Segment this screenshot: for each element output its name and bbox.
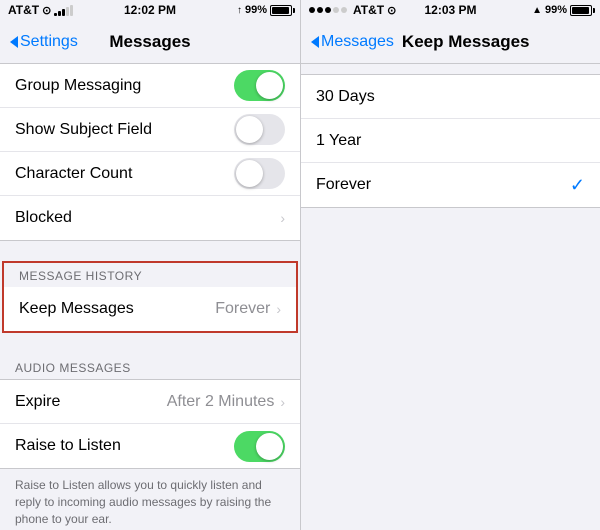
keep-messages-label: Keep Messages	[19, 300, 215, 318]
right-content: 30 Days 1 Year Forever ✓	[301, 64, 600, 530]
right-status-left: AT&T ⊙	[309, 3, 396, 17]
left-nav-title: Messages	[109, 32, 190, 52]
left-back-label: Settings	[20, 33, 78, 51]
left-carrier: AT&T	[8, 3, 39, 17]
right-nav-title: Keep Messages	[402, 32, 530, 52]
option-1-year-row[interactable]: 1 Year	[301, 119, 600, 163]
right-carrier: AT&T	[353, 3, 384, 17]
d3	[325, 7, 331, 13]
blocked-row[interactable]: Blocked ›	[0, 196, 300, 240]
keep-messages-options-group: 30 Days 1 Year Forever ✓	[301, 74, 600, 208]
option-1-year-label: 1 Year	[316, 132, 585, 150]
expire-row[interactable]: Expire After 2 Minutes ›	[0, 380, 300, 424]
group-messaging-row[interactable]: Group Messaging	[0, 64, 300, 108]
right-wifi: ⊙	[387, 4, 396, 17]
right-panel: AT&T ⊙ 12:03 PM ▲ 99% Messages Keep Mess…	[300, 0, 600, 530]
expire-value: After 2 Minutes	[167, 393, 275, 411]
right-spacer-top	[301, 64, 600, 74]
bar1	[54, 13, 57, 16]
left-battery-icon	[270, 5, 292, 16]
left-gps-icon: ↑	[237, 5, 242, 16]
show-subject-toggle[interactable]	[234, 114, 285, 145]
left-back-button[interactable]: Settings	[10, 33, 78, 51]
left-content: Group Messaging Show Subject Field Chara…	[0, 64, 300, 530]
d4	[333, 7, 339, 13]
left-battery-pct: 99%	[245, 4, 267, 16]
audio-messages-header: AUDIO MESSAGES	[0, 353, 300, 379]
raise-to-listen-row[interactable]: Raise to Listen	[0, 424, 300, 468]
left-status-left: AT&T ⊙	[8, 3, 73, 17]
expire-label: Expire	[15, 393, 167, 411]
keep-messages-value: Forever	[215, 300, 270, 318]
audio-settings-group: Expire After 2 Minutes › Raise to Listen	[0, 379, 300, 469]
d5	[341, 7, 347, 13]
forever-checkmark: ✓	[570, 175, 585, 196]
right-status-bar: AT&T ⊙ 12:03 PM ▲ 99%	[301, 0, 600, 20]
message-history-container: MESSAGE HISTORY Keep Messages Forever ›	[2, 261, 298, 333]
right-nav-bar: Messages Keep Messages	[301, 20, 600, 64]
left-wifi-icon: ⊙	[42, 4, 51, 17]
right-back-label: Messages	[321, 33, 394, 51]
group-messaging-knob	[256, 72, 283, 99]
spacer1	[0, 241, 300, 261]
message-history-header: MESSAGE HISTORY	[4, 263, 296, 287]
bar4	[66, 7, 69, 16]
blocked-chevron: ›	[280, 210, 285, 226]
right-signal-dots	[309, 7, 347, 13]
right-back-chevron	[311, 36, 319, 48]
audio-description: Raise to Listen allows you to quickly li…	[0, 469, 300, 530]
raise-to-listen-toggle[interactable]	[234, 431, 285, 462]
right-status-right: ▲ 99%	[532, 4, 592, 16]
right-time: 12:03 PM	[424, 3, 476, 17]
main-settings-group: Group Messaging Show Subject Field Chara…	[0, 64, 300, 241]
character-count-knob	[236, 160, 263, 187]
left-nav-bar: Settings Messages	[0, 20, 300, 64]
expire-chevron: ›	[280, 394, 285, 410]
option-forever-label: Forever	[316, 176, 570, 194]
option-30-days-label: 30 Days	[316, 88, 585, 106]
raise-to-listen-knob	[256, 433, 283, 460]
right-battery-icon	[570, 5, 592, 16]
left-status-right: ↑ 99%	[237, 4, 292, 16]
character-count-label: Character Count	[15, 165, 234, 183]
group-messaging-toggle[interactable]	[234, 70, 285, 101]
right-battery-fill	[572, 7, 589, 14]
show-subject-row[interactable]: Show Subject Field	[0, 108, 300, 152]
raise-to-listen-label: Raise to Listen	[15, 437, 234, 455]
blocked-label: Blocked	[15, 209, 280, 227]
bar5	[70, 5, 73, 16]
left-signal	[54, 4, 73, 16]
d1	[309, 7, 315, 13]
group-messaging-label: Group Messaging	[15, 77, 234, 95]
show-subject-knob	[236, 116, 263, 143]
option-forever-row[interactable]: Forever ✓	[301, 163, 600, 207]
d2	[317, 7, 323, 13]
character-count-row[interactable]: Character Count	[0, 152, 300, 196]
right-gps-icon: ▲	[532, 5, 542, 16]
option-30-days-row[interactable]: 30 Days	[301, 75, 600, 119]
right-back-button[interactable]: Messages	[311, 33, 394, 51]
keep-messages-row[interactable]: Keep Messages Forever ›	[4, 287, 296, 331]
bar2	[58, 11, 61, 16]
bar3	[62, 9, 65, 16]
left-status-bar: AT&T ⊙ 12:02 PM ↑ 99%	[0, 0, 300, 20]
left-back-chevron	[10, 36, 18, 48]
left-battery-fill	[272, 7, 289, 14]
message-history-group: Keep Messages Forever ›	[4, 287, 296, 331]
right-battery-pct: 99%	[545, 4, 567, 16]
spacer2	[0, 333, 300, 353]
character-count-toggle[interactable]	[234, 158, 285, 189]
left-time: 12:02 PM	[124, 3, 176, 17]
left-panel: AT&T ⊙ 12:02 PM ↑ 99% Sett	[0, 0, 300, 530]
keep-messages-chevron: ›	[276, 301, 281, 317]
show-subject-label: Show Subject Field	[15, 121, 234, 139]
